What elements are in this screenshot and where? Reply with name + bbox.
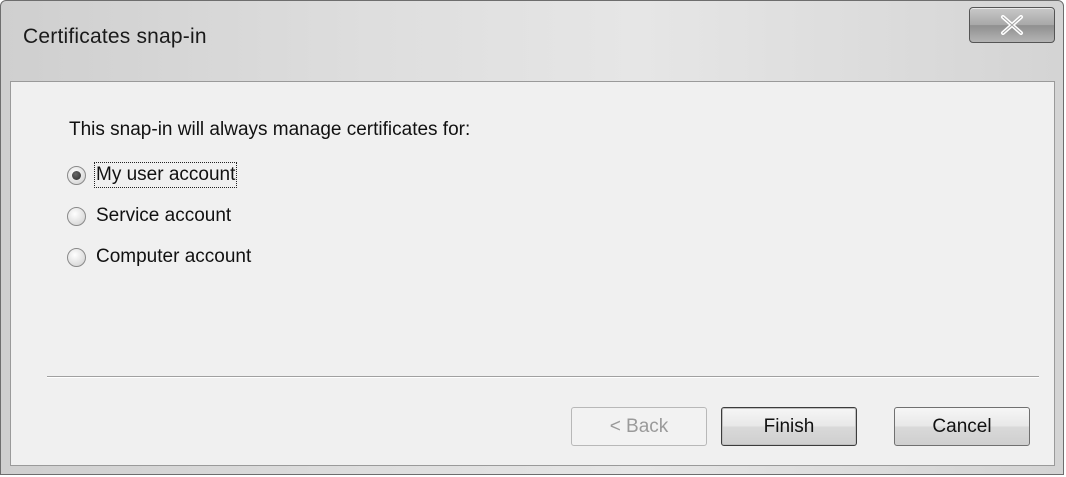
option-label-computer-account[interactable]: Computer account: [96, 246, 251, 268]
radio-computer-account[interactable]: [67, 247, 86, 267]
finish-button[interactable]: Finish: [721, 407, 857, 446]
option-service-account[interactable]: Service account: [67, 203, 231, 229]
dialog-body: This snap-in will always manage certific…: [10, 81, 1055, 466]
certificates-snapin-dialog: Certificates snap-in This snap-in will a…: [0, 0, 1064, 475]
back-button[interactable]: < Back: [571, 407, 707, 446]
cancel-button[interactable]: Cancel: [894, 407, 1030, 446]
option-my-user-account[interactable]: My user account: [67, 162, 238, 188]
close-icon: [1001, 15, 1023, 35]
option-label-my-user-account[interactable]: My user account: [93, 162, 238, 188]
option-computer-account[interactable]: Computer account: [67, 244, 251, 270]
prompt-text: This snap-in will always manage certific…: [69, 119, 471, 140]
separator: [47, 376, 1039, 378]
close-button[interactable]: [969, 7, 1055, 43]
option-label-service-account[interactable]: Service account: [96, 205, 231, 227]
radio-my-user-account[interactable]: [67, 165, 86, 185]
window-title: Certificates snap-in: [23, 25, 207, 48]
radio-service-account[interactable]: [67, 206, 86, 226]
title-bar[interactable]: Certificates snap-in: [1, 1, 1063, 79]
